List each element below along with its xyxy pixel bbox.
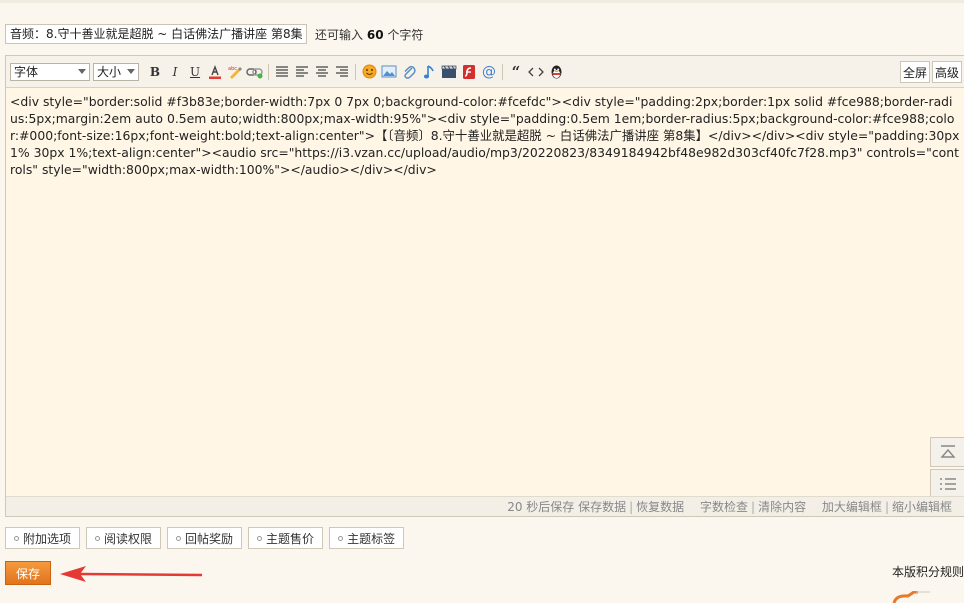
- bullet-icon: [257, 535, 263, 541]
- thread-price-button[interactable]: 主题售价: [248, 527, 324, 549]
- word-check-link[interactable]: 字数检查: [700, 500, 748, 514]
- flash-button[interactable]: [459, 62, 479, 82]
- attachment-icon: [404, 65, 416, 79]
- post-editor: 字体 大小 B I U abc @ “ 全屏 高级 <div style="bo…: [5, 55, 964, 517]
- font-size-label: 大小: [97, 65, 122, 79]
- video-button[interactable]: [439, 62, 459, 82]
- quote-icon: “: [511, 62, 521, 81]
- qq-icon: [551, 65, 561, 78]
- char-remaining-hint: 还可输入 60 个字符: [315, 26, 423, 43]
- bullet-icon: [176, 535, 182, 541]
- shrink-editor-link[interactable]: 缩小编辑框: [892, 500, 952, 514]
- flash-icon: [463, 64, 475, 79]
- font-color-button[interactable]: [205, 62, 225, 82]
- bullet-icon: [95, 535, 101, 541]
- link-icon: [246, 67, 263, 78]
- save-button[interactable]: 保存: [5, 561, 51, 585]
- option-label: 阅读权限: [104, 531, 153, 546]
- italic-button[interactable]: I: [165, 62, 185, 82]
- outline-list-button[interactable]: [930, 469, 964, 499]
- spellcheck-button[interactable]: abc: [225, 62, 245, 82]
- autosave-countdown: 20 秒后保存: [507, 500, 575, 514]
- toolbar-separator: [268, 63, 269, 80]
- chevron-down-icon: [78, 69, 86, 74]
- save-data-link[interactable]: 保存数据: [578, 500, 626, 514]
- enlarge-editor-link[interactable]: 加大编辑框: [822, 500, 882, 514]
- chevron-down-icon: [127, 69, 135, 74]
- image-icon: [381, 65, 397, 78]
- font-family-label: 字体: [14, 65, 39, 79]
- advanced-mode-button[interactable]: 高级: [931, 61, 962, 83]
- scroll-to-top-button[interactable]: [930, 437, 964, 467]
- scroll-top-icon: [939, 445, 956, 458]
- option-label: 主题售价: [266, 531, 315, 546]
- bullet-icon: [338, 535, 344, 541]
- post-options-row: 附加选项 阅读权限 回帖奖励 主题售价 主题标签: [5, 527, 405, 549]
- quote-button[interactable]: “: [506, 62, 526, 82]
- align-center-button[interactable]: [312, 62, 332, 82]
- read-permission-button[interactable]: 阅读权限: [86, 527, 162, 549]
- qq-button[interactable]: [546, 62, 566, 82]
- toolbar-right-group: 全屏 高级: [899, 61, 962, 83]
- video-icon: [441, 65, 457, 78]
- emoji-icon: [362, 64, 376, 79]
- align-justify-button[interactable]: [272, 62, 292, 82]
- spellcheck-icon: abc: [228, 66, 242, 79]
- option-label: 主题标签: [347, 531, 396, 546]
- align-left-icon: [296, 65, 308, 77]
- image-button[interactable]: [379, 62, 399, 82]
- clear-content-link[interactable]: 清除内容: [758, 500, 806, 514]
- option-label: 附加选项: [23, 531, 72, 546]
- underline-button[interactable]: U: [185, 62, 205, 82]
- attachment-button[interactable]: [399, 62, 419, 82]
- code-icon: [528, 67, 544, 76]
- subject-input[interactable]: 音频：8.守十善业就是超脱 ~ 白话佛法广播讲座 第8集: [5, 24, 307, 44]
- toolbar-separator: [355, 63, 356, 80]
- font-family-select[interactable]: 字体: [10, 62, 90, 81]
- music-icon: [423, 64, 434, 78]
- mention-button[interactable]: @: [479, 62, 499, 82]
- restore-data-link[interactable]: 恢复数据: [636, 500, 684, 514]
- svg-text:abc: abc: [228, 66, 237, 72]
- char-remaining-prefix: 还可输入: [315, 27, 364, 42]
- red-arrow-annotation: [60, 566, 203, 582]
- mention-icon: @: [482, 63, 496, 80]
- option-label: 回帖奖励: [185, 531, 234, 546]
- align-left-button[interactable]: [292, 62, 312, 82]
- music-button[interactable]: [419, 62, 439, 82]
- subject-row: 音频：8.守十善业就是超脱 ~ 白话佛法广播讲座 第8集 还可输入 60 个字符: [5, 22, 423, 46]
- char-remaining-suffix: 个字符: [387, 27, 424, 42]
- editor-status-bar: 20 秒后保存 保存数据 | 恢复数据 字数检查 | 清除内容 加大编辑框 | 缩小编辑框: [6, 496, 964, 516]
- font-color-icon: [209, 64, 221, 79]
- link-button[interactable]: [245, 62, 265, 82]
- fullscreen-button[interactable]: 全屏: [899, 61, 930, 83]
- code-button[interactable]: [526, 62, 546, 82]
- align-right-icon: [336, 65, 348, 77]
- board-points-rules-link[interactable]: 本版积分规则: [892, 563, 964, 580]
- bold-button[interactable]: B: [145, 62, 165, 82]
- reply-reward-button[interactable]: 回帖奖励: [167, 527, 243, 549]
- editor-content-area[interactable]: <div style="border:solid #f3b83e;border-…: [6, 88, 964, 183]
- status-separator: |: [751, 500, 756, 514]
- align-justify-icon: [276, 65, 288, 77]
- align-right-button[interactable]: [332, 62, 352, 82]
- list-icon: [939, 478, 956, 490]
- corner-badge-icon: [892, 591, 930, 603]
- status-separator: |: [884, 500, 889, 514]
- bullet-icon: [14, 535, 19, 541]
- align-center-icon: [316, 65, 328, 77]
- toolbar-separator: [502, 63, 503, 80]
- status-separator: |: [629, 500, 634, 514]
- extra-options-button[interactable]: 附加选项: [5, 527, 81, 549]
- top-divider: [0, 0, 964, 3]
- char-remaining-count: 60: [366, 27, 384, 42]
- emoji-button[interactable]: [359, 62, 379, 82]
- font-size-select[interactable]: 大小: [93, 62, 139, 81]
- thread-tags-button[interactable]: 主题标签: [329, 527, 405, 549]
- editor-toolbar: 字体 大小 B I U abc @ “ 全屏 高级: [6, 56, 964, 88]
